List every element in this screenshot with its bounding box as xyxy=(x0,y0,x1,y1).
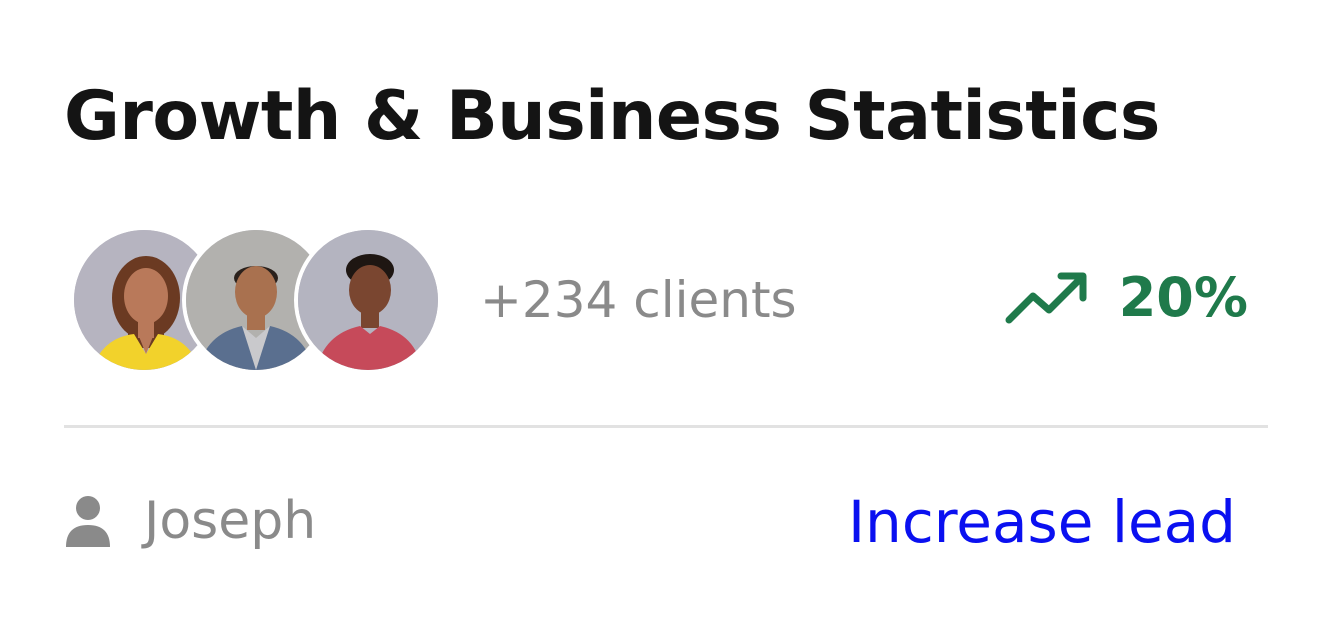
trending-up-icon xyxy=(1005,272,1087,324)
growth-statistics-card: Growth & Business Statistics +234 client… xyxy=(0,0,1332,628)
client-avatar[interactable] xyxy=(294,226,442,374)
user-icon xyxy=(66,496,110,548)
avatar-man-red-shirt-icon xyxy=(298,230,438,370)
growth-indicator: 20% xyxy=(1005,266,1248,331)
card-title: Growth & Business Statistics xyxy=(64,77,1160,156)
owner-info: Joseph xyxy=(64,490,316,552)
increase-lead-link[interactable]: Increase lead xyxy=(848,488,1236,558)
growth-percentage: 20% xyxy=(1118,266,1248,329)
stats-row: +234 clients 20% xyxy=(70,226,1250,374)
client-avatar-group[interactable] xyxy=(70,226,442,374)
clients-count: +234 clients xyxy=(480,271,797,329)
divider xyxy=(64,425,1268,428)
owner-name: Joseph xyxy=(144,491,317,551)
